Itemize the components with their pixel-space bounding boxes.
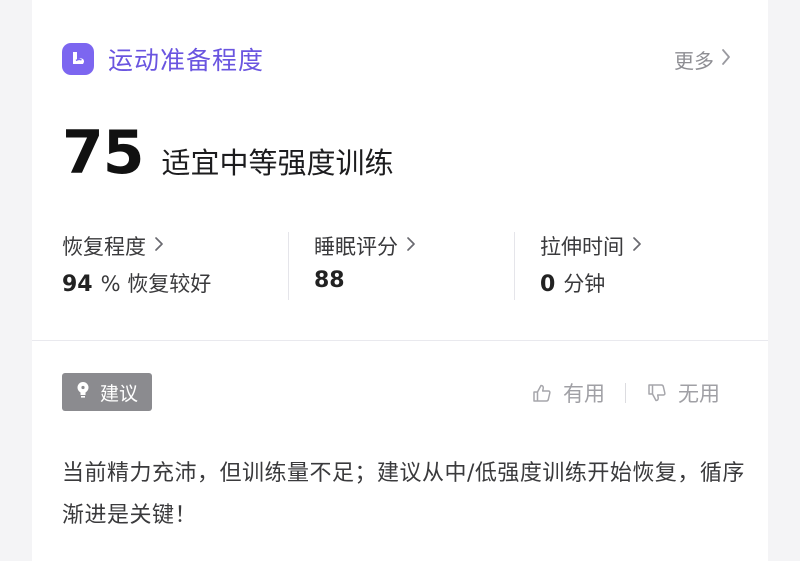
thumbs-down-icon [648,384,666,402]
chevron-right-icon [720,47,732,72]
metric-title: 恢复程度 [62,235,146,259]
metric-sleep[interactable]: 睡眠评分 88 [314,228,416,304]
metric-value: 94 [62,272,93,297]
metric-value: 0 [540,272,556,297]
card-title: 运动准备程度 [108,46,265,75]
more-link[interactable]: 更多 [674,45,732,74]
divider [288,232,289,300]
metric-stretch[interactable]: 拉伸时间 0 分钟 [540,228,642,304]
score-row: 75 适宜中等强度训练 [62,118,394,188]
helpful-button[interactable]: 有用 [531,378,605,408]
readiness-card: 运动准备程度 更多 75 适宜中等强度训练 恢复程度 94 % 恢复较好 睡眠评… [32,0,768,561]
readiness-score: 75 [62,118,144,188]
feedback-separator [625,383,626,403]
metric-recovery[interactable]: 恢复程度 94 % 恢复较好 [62,228,211,304]
metrics-row: 恢复程度 94 % 恢复较好 睡眠评分 88 拉伸时间 0 分钟 [62,228,742,304]
unhelpful-label: 无用 [678,382,720,406]
metric-unit: 分钟 [563,272,606,296]
chevron-right-icon [406,234,416,258]
metric-title: 拉伸时间 [540,235,624,259]
metric-value: 88 [314,268,345,293]
metric-title: 睡眠评分 [314,235,398,259]
advice-tag: 建议 [62,373,152,411]
advice-text: 当前精力充沛，但训练量不足；建议从中/低强度训练开始恢复，循序渐进是关键！ [62,461,745,528]
advice-tag-label: 建议 [99,382,138,405]
lightbulb-icon [76,381,90,404]
score-description: 适宜中等强度训练 [161,146,394,180]
card-header: 运动准备程度 更多 [62,42,732,76]
more-label: 更多 [674,48,714,73]
section-divider [32,340,768,341]
chevron-right-icon [154,234,164,258]
divider [514,232,515,300]
chevron-right-icon [632,234,642,258]
helpful-label: 有用 [563,382,605,406]
metric-unit: % 恢复较好 [100,272,212,296]
flexed-arm-icon [62,43,94,75]
feedback-bar: 有用 无用 [531,376,720,410]
unhelpful-button[interactable]: 无用 [646,378,720,408]
thumbs-up-icon [533,384,551,402]
